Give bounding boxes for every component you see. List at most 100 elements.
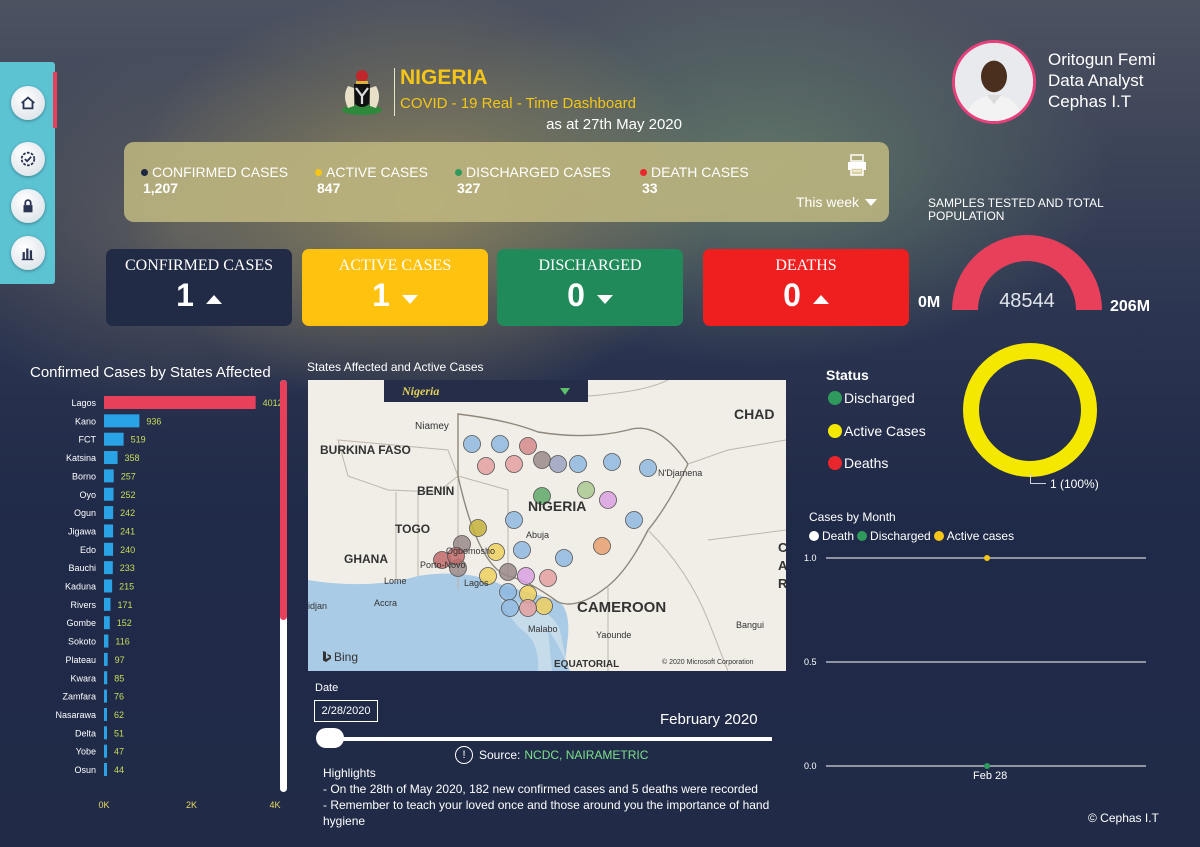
- map-label-yaounde: Yaounde: [596, 630, 632, 640]
- bar-category-label: Rivers: [70, 600, 96, 610]
- summary-confirmed: CONFIRMED CASES 1,207: [141, 164, 288, 196]
- bar-value-label: 215: [119, 582, 134, 592]
- bar-katsina[interactable]: [104, 451, 118, 465]
- state-bubble[interactable]: [491, 435, 509, 453]
- map-attribution: © 2020 Microsoft Corporation: [662, 659, 754, 666]
- bar-gombe[interactable]: [104, 616, 110, 630]
- bar-kwara[interactable]: [104, 671, 108, 685]
- chart-nav-button[interactable]: [11, 236, 45, 270]
- summary-confirmed-label: CONFIRMED CASES: [152, 164, 289, 180]
- kpi-discharged-label: DISCHARGED: [538, 257, 642, 274]
- state-bubble[interactable]: [599, 491, 617, 509]
- state-bubble[interactable]: [499, 583, 517, 601]
- state-bubble[interactable]: [501, 599, 519, 617]
- donut-leader-line: [1030, 474, 1046, 484]
- state-bubble[interactable]: [463, 435, 481, 453]
- bar-value-label: 76: [114, 692, 124, 702]
- bar-chart-icon: [21, 248, 34, 261]
- state-bubble[interactable]: [577, 481, 595, 499]
- bar-sokoto[interactable]: [104, 634, 109, 648]
- state-bubble[interactable]: [639, 459, 657, 477]
- lock-nav-button[interactable]: [11, 189, 45, 223]
- bing-icon: [323, 651, 331, 662]
- state-bubble[interactable]: [505, 455, 523, 473]
- state-bubble[interactable]: [625, 511, 643, 529]
- bar-value-label: 240: [120, 545, 135, 555]
- state-bubble[interactable]: [533, 451, 551, 469]
- state-bubble[interactable]: [505, 511, 523, 529]
- bar-value-label: 358: [125, 453, 140, 463]
- state-bubble[interactable]: [499, 563, 517, 581]
- summary-active: ACTIVE CASES 847: [315, 164, 428, 196]
- bar-edo[interactable]: [104, 542, 114, 556]
- info-icon: !: [455, 746, 473, 764]
- map-label-car-a: A: [778, 558, 786, 573]
- bar-fct[interactable]: [104, 432, 124, 446]
- check-nav-button[interactable]: [11, 142, 45, 176]
- bar-oyo[interactable]: [104, 487, 114, 501]
- date-slider-track[interactable]: [318, 737, 772, 741]
- state-bubble[interactable]: [513, 541, 531, 559]
- bar-yobe[interactable]: [104, 744, 107, 758]
- state-bubble[interactable]: [519, 599, 537, 617]
- states-map[interactable]: Nigeria CHAD BURKINA FASO Niamey BENIN T…: [308, 380, 786, 671]
- map-label-lagos: Lagos: [464, 578, 489, 588]
- state-bubble[interactable]: [517, 567, 535, 585]
- bar-value-label: 519: [131, 435, 146, 445]
- home-nav-button[interactable]: [11, 86, 45, 120]
- period-dropdown[interactable]: This week: [796, 194, 878, 210]
- printer-icon[interactable]: [846, 154, 868, 176]
- chart-scrollbar-thumb[interactable]: [280, 380, 287, 620]
- summary-discharged-value: 327: [457, 180, 481, 196]
- date-input[interactable]: 2/28/2020: [314, 700, 378, 722]
- bar-value-label: 51: [114, 728, 124, 738]
- status-legend-deaths[interactable]: Deaths: [828, 455, 888, 471]
- state-bubble[interactable]: [555, 549, 573, 567]
- bar-jigawa[interactable]: [104, 524, 114, 538]
- bar-lagos[interactable]: [104, 396, 256, 409]
- bar-kano[interactable]: [104, 414, 140, 428]
- gauge-title: SAMPLES TESTED and TOTAL POPULATION: [928, 196, 1104, 223]
- summary-bar: CONFIRMED CASES 1,207 ACTIVE CASES 847 D…: [124, 142, 889, 222]
- bar-value-label: 44: [114, 765, 124, 775]
- summary-active-value: 847: [317, 180, 341, 196]
- highlights-title: Highlights: [323, 766, 376, 780]
- bar-rivers[interactable]: [104, 597, 111, 611]
- bar-category-label: FCT: [79, 435, 97, 445]
- bar-category-label: Osun: [74, 765, 96, 775]
- state-bubble[interactable]: [477, 457, 495, 475]
- state-bubble[interactable]: [569, 455, 587, 473]
- bar-category-label: Delta: [75, 728, 96, 738]
- kpi-deaths-value: 0: [783, 277, 801, 313]
- title-divider: [394, 68, 395, 116]
- state-bubble[interactable]: [593, 537, 611, 555]
- state-bubble[interactable]: [535, 597, 553, 615]
- status-legend-active[interactable]: Active Cases: [828, 423, 926, 439]
- death-dot-icon: [828, 456, 842, 470]
- status-legend-discharged[interactable]: Discharged: [828, 390, 915, 406]
- bar-zamfara[interactable]: [104, 689, 107, 703]
- bar-value-label: 116: [115, 637, 129, 647]
- date-slider-handle[interactable]: [316, 728, 344, 748]
- discharged-dot-icon: [857, 531, 868, 541]
- bar-plateau[interactable]: [104, 652, 108, 666]
- author-role: Data Analyst: [1048, 71, 1144, 90]
- bar-delta[interactable]: [104, 726, 107, 740]
- state-bubble[interactable]: [549, 455, 567, 473]
- home-icon: [21, 96, 35, 110]
- state-bubble[interactable]: [519, 437, 537, 455]
- bar-value-label: 47: [114, 747, 124, 757]
- bar-nasarawa[interactable]: [104, 707, 107, 721]
- bar-kaduna[interactable]: [104, 579, 113, 593]
- bar-osun[interactable]: [104, 763, 107, 776]
- state-bubble[interactable]: [539, 569, 557, 587]
- state-bubble[interactable]: [469, 519, 487, 537]
- bar-borno[interactable]: [104, 469, 114, 483]
- bar-category-label: Borno: [72, 471, 96, 481]
- status-title: Status: [826, 367, 869, 383]
- bar-category-label: Kaduna: [65, 582, 96, 592]
- map-label-burkina-faso: BURKINA FASO: [320, 443, 411, 457]
- state-bubble[interactable]: [603, 453, 621, 471]
- bar-bauchi[interactable]: [104, 561, 113, 575]
- bar-ogun[interactable]: [104, 506, 114, 520]
